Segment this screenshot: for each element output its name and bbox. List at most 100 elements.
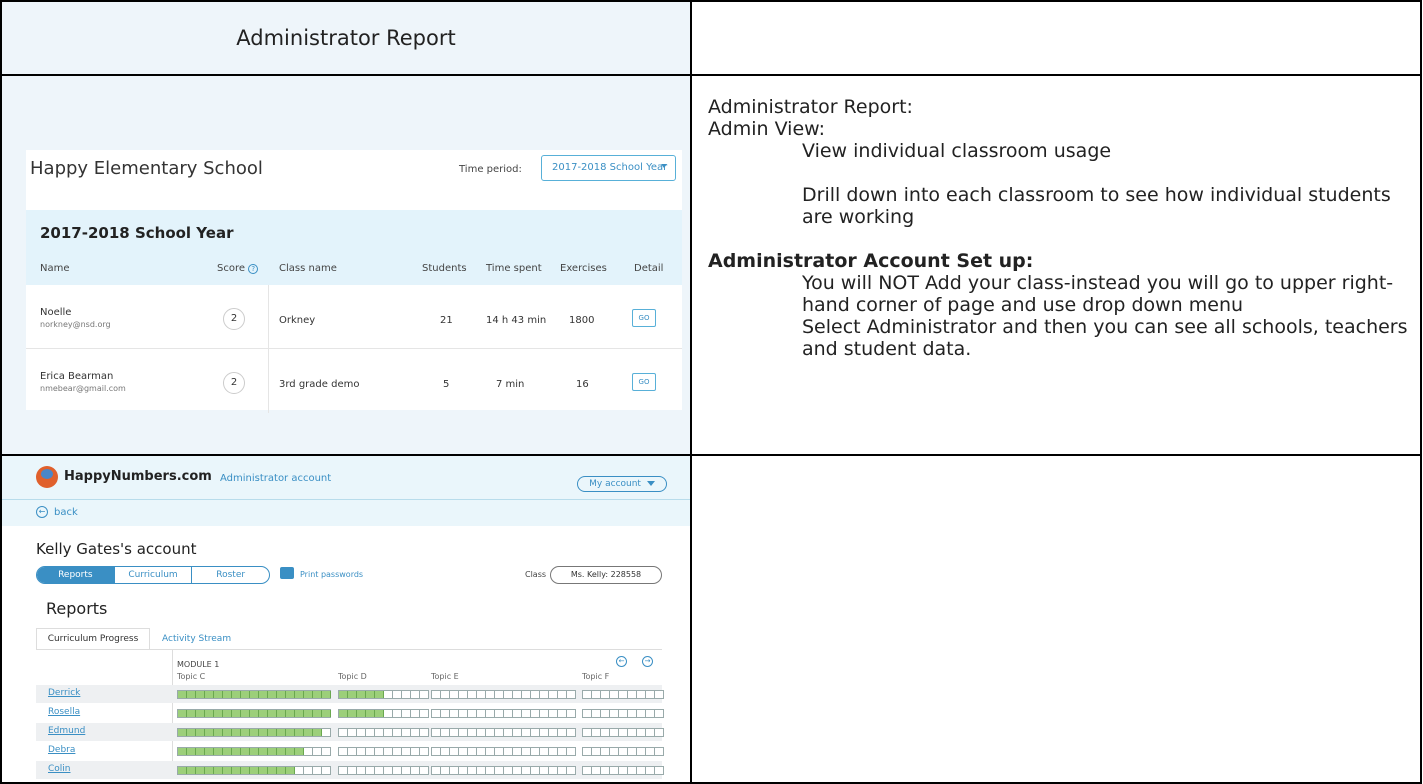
notes-text: Administrator Report: Admin View: View i… xyxy=(708,92,1408,360)
tab-reports[interactable]: Reports xyxy=(37,567,115,583)
year-header-band: 2017-2018 School Year Name Score ? Class… xyxy=(26,210,682,285)
header-cell: Administrator Report xyxy=(0,0,692,76)
topic-progress-fill xyxy=(339,691,384,698)
topic-progress-bar xyxy=(431,728,576,737)
topic-progress-fill xyxy=(339,710,384,717)
prev-arrow-icon[interactable]: ← xyxy=(616,656,627,667)
student-progress-row: Colin xyxy=(36,761,664,779)
admin-report-card: Happy Elementary School Time period: 201… xyxy=(26,150,682,413)
notes-item-usage: View individual classroom usage xyxy=(802,140,1112,162)
student-progress-row: Rosella xyxy=(36,704,664,722)
topic-progress-fill xyxy=(178,748,304,755)
topic-label: Topic D xyxy=(338,672,367,681)
score-badge: 2 xyxy=(223,308,245,330)
tab-activity-stream[interactable]: Activity Stream xyxy=(162,634,231,644)
topic-progress-bar xyxy=(177,690,331,699)
time-spent: 14 h 43 min xyxy=(486,315,547,326)
go-button[interactable]: GO xyxy=(632,373,656,391)
teacher-name: Erica Bearman xyxy=(40,371,114,382)
student-name-link[interactable]: Rosella xyxy=(48,707,80,717)
notes-spacer xyxy=(708,228,1408,250)
topic-progress-bar xyxy=(582,747,664,756)
printer-icon[interactable] xyxy=(280,567,294,579)
app-header: HappyNumbers.com Administrator account M… xyxy=(2,456,690,500)
class-select[interactable]: Ms. Kelly: 228558 xyxy=(550,566,662,584)
notes-heading-setup: Administrator Account Set up: xyxy=(708,250,1034,272)
topic-label: Topic E xyxy=(431,672,459,681)
document-table: Administrator Report Happy Elementary Sc… xyxy=(0,0,1422,784)
tab-roster[interactable]: Roster xyxy=(192,567,269,583)
reports-heading: Reports xyxy=(46,599,108,618)
back-arrow-icon[interactable]: ← xyxy=(36,506,48,518)
account-title: Kelly Gates's account xyxy=(36,540,197,558)
notes-item-select-admin: Select Administrator and then you can se… xyxy=(802,316,1408,360)
admin-report-screenshot-cell: Happy Elementary School Time period: 201… xyxy=(0,74,692,456)
student-progress-row: Edmund xyxy=(36,723,664,741)
topic-progress-bar xyxy=(338,709,429,718)
go-button[interactable]: GO xyxy=(632,309,656,327)
caret-down-icon xyxy=(646,481,655,486)
topic-progress-fill xyxy=(178,729,322,736)
col-score: Score ? xyxy=(217,263,259,274)
next-arrow-icon[interactable]: → xyxy=(642,656,653,667)
col-score-label: Score xyxy=(217,263,246,274)
chevron-down-icon xyxy=(661,164,667,168)
table-row: Noelle norkney@nsd.org 2 Orkney 21 14 h … xyxy=(26,285,682,349)
student-progress-row: Derrick xyxy=(36,685,664,703)
header-cell-empty xyxy=(690,0,1422,76)
table-row: Erica Bearman nmebear@gmail.com 2 3rd gr… xyxy=(26,349,682,413)
exercises-count: 1800 xyxy=(569,315,595,326)
my-account-dropdown[interactable]: My account xyxy=(577,476,667,492)
col-class-name: Class name xyxy=(279,263,337,274)
student-name-link[interactable]: Debra xyxy=(48,745,75,755)
student-progress-row: Debra xyxy=(36,742,664,760)
topic-progress-bar xyxy=(582,728,664,737)
col-time-spent: Time spent xyxy=(486,263,542,274)
col-exercises: Exercises xyxy=(560,263,607,274)
topic-progress-bar xyxy=(338,690,429,699)
help-icon[interactable]: ? xyxy=(248,264,259,274)
notes-heading-admin-view: Admin View: xyxy=(708,118,826,140)
score-badge: 2 xyxy=(223,372,245,394)
topic-progress-bar xyxy=(582,709,664,718)
topic-progress-fill xyxy=(178,691,331,698)
back-bar: ← back xyxy=(2,500,690,526)
print-passwords-link[interactable]: Print passwords xyxy=(300,570,363,579)
students-count: 5 xyxy=(443,379,450,390)
topic-progress-bar xyxy=(177,766,331,775)
time-period-value: 2017-2018 School Year xyxy=(552,162,668,173)
school-name: Happy Elementary School xyxy=(30,158,263,179)
topic-progress-bar xyxy=(431,690,576,699)
topic-progress-fill xyxy=(178,767,295,774)
topic-label: Topic F xyxy=(582,672,610,681)
topic-progress-bar xyxy=(177,709,331,718)
topic-progress-bar xyxy=(582,766,664,775)
tabs-underline xyxy=(36,649,662,650)
student-name-link[interactable]: Colin xyxy=(48,764,71,774)
time-period-select[interactable]: 2017-2018 School Year xyxy=(541,155,676,181)
tab-curriculum[interactable]: Curriculum xyxy=(115,567,193,583)
notes-heading-report: Administrator Report: xyxy=(708,96,913,118)
teacher-email: norkney@nsd.org xyxy=(40,320,111,329)
topic-progress-bar xyxy=(177,747,331,756)
students-count: 21 xyxy=(440,315,453,326)
brand-name[interactable]: HappyNumbers.com xyxy=(64,469,212,484)
module-label: MODULE 1 xyxy=(177,660,220,669)
class-label: Class xyxy=(525,570,547,579)
topic-label: Topic C xyxy=(177,672,206,681)
notes-item-no-add-class: You will NOT Add your class-instead you … xyxy=(802,272,1394,316)
student-name-link[interactable]: Derrick xyxy=(48,688,80,698)
notes-item-drill-down: Drill down into each classroom to see ho… xyxy=(802,184,1391,228)
col-name: Name xyxy=(40,263,70,274)
col-detail: Detail xyxy=(634,263,664,274)
student-name-link[interactable]: Edmund xyxy=(48,726,85,736)
teacher-email: nmebear@gmail.com xyxy=(40,384,126,393)
teacher-name: Noelle xyxy=(40,307,72,318)
time-spent: 7 min xyxy=(496,379,525,390)
row-divider xyxy=(268,349,269,413)
tab-curriculum-progress[interactable]: Curriculum Progress xyxy=(36,628,150,650)
back-link[interactable]: back xyxy=(54,507,78,518)
topic-progress-bar xyxy=(431,709,576,718)
topic-progress-bar xyxy=(338,728,429,737)
topic-progress-bar xyxy=(431,766,576,775)
